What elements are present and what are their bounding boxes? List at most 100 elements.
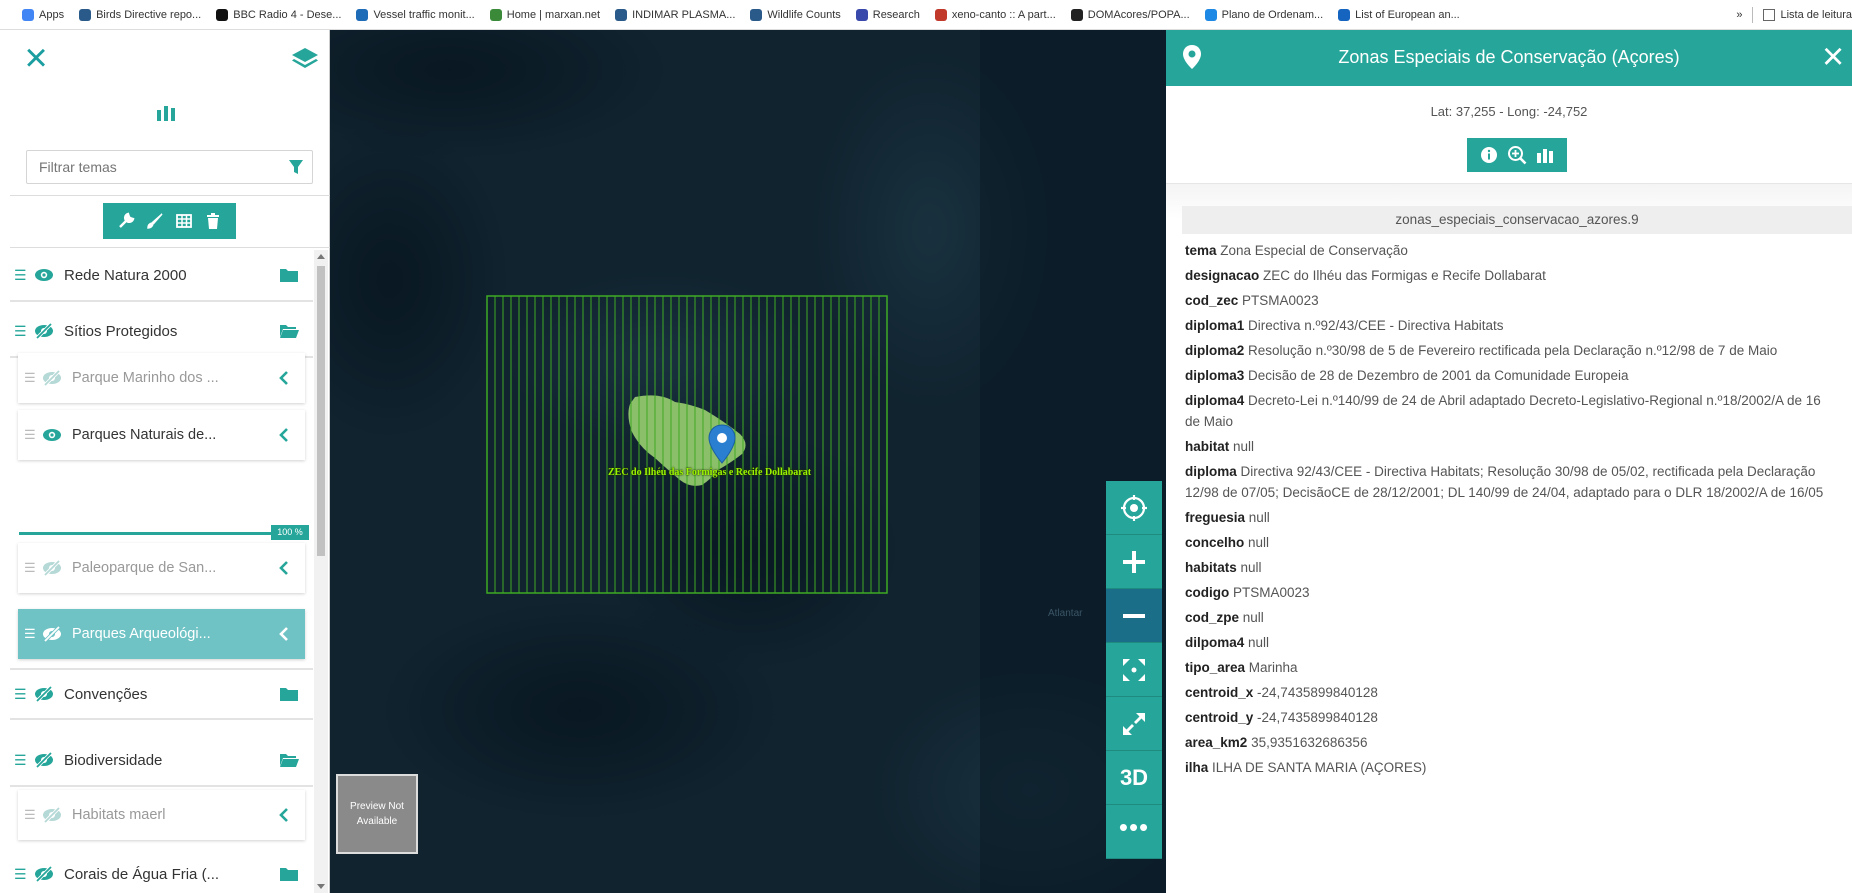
chevron-left-icon[interactable]	[277, 560, 291, 576]
chevron-left-icon[interactable]	[277, 807, 291, 823]
more-dots-icon: •••	[1118, 811, 1150, 842]
layer-group-biodiversidade[interactable]: ☰ Biodiversidade	[10, 735, 313, 787]
wrench-icon[interactable]	[114, 209, 138, 233]
sublayer-parques-naturais[interactable]: ☰ Parques Naturais de...	[18, 410, 305, 460]
zoom-in-button[interactable]	[1106, 535, 1162, 589]
bookmark-item[interactable]: Apps	[22, 8, 64, 21]
drag-handle-icon[interactable]: ☰	[14, 267, 28, 284]
fit-extent-button[interactable]	[1106, 643, 1162, 697]
layer-group-rede-natura[interactable]: ☰ Rede Natura 2000	[10, 250, 313, 302]
trash-icon[interactable]	[201, 209, 225, 233]
folder-icon[interactable]	[279, 686, 299, 702]
attribute-key: codigo	[1185, 585, 1230, 600]
bookmark-item[interactable]: Wildlife Counts	[750, 8, 841, 21]
eye-slash-icon[interactable]	[34, 752, 56, 768]
bookmark-item[interactable]: Home | marxan.net	[489, 8, 600, 21]
attribute-value: null	[1248, 635, 1270, 650]
bookmark-item[interactable]: BBC Radio 4 - Dese...	[216, 8, 341, 21]
sublayer-label: Parques Arqueológi...	[72, 626, 211, 642]
chevron-left-icon[interactable]	[277, 370, 291, 386]
attribute-value: Directiva 92/43/CEE - Directiva Habitats…	[1185, 464, 1824, 500]
sublayer-parque-marinho[interactable]: ☰ Parque Marinho dos ...	[18, 353, 305, 403]
more-options-button[interactable]: •••	[1106, 805, 1162, 859]
info-icon[interactable]	[1478, 144, 1500, 166]
table-icon[interactable]	[172, 209, 196, 233]
filter-themes-input[interactable]	[27, 151, 267, 183]
folder-icon[interactable]	[279, 267, 299, 283]
bookmark-item[interactable]: DOMAcores/POPA...	[1070, 8, 1190, 21]
eye-slash-icon[interactable]	[34, 686, 56, 702]
bookmark-item[interactable]: INDIMAR PLASMA...	[615, 8, 735, 21]
map-legend-icon[interactable]	[155, 102, 177, 124]
bookmark-favicon-icon	[22, 8, 34, 21]
bookmark-item[interactable]: List of European an...	[1338, 8, 1460, 21]
scroll-up-icon[interactable]	[317, 254, 325, 259]
folder-open-icon[interactable]	[279, 323, 299, 339]
reading-list-label[interactable]: Lista de leitura	[1780, 9, 1852, 21]
attribute-value: ZEC do Ilhéu das Formigas e Recife Dolla…	[1263, 268, 1546, 283]
map-canvas[interactable]	[330, 30, 1166, 893]
close-info-button[interactable]: ×	[1822, 38, 1852, 78]
eye-icon[interactable]	[34, 267, 56, 283]
chart-icon[interactable]	[1534, 144, 1556, 166]
drag-handle-icon[interactable]: ☰	[24, 370, 36, 386]
eye-slash-icon[interactable]	[34, 866, 56, 882]
3d-button[interactable]: 3D	[1106, 751, 1162, 805]
sublayer-parques-arqueologicos[interactable]: ☰ Parques Arqueológi...	[18, 609, 305, 659]
zoom-out-button[interactable]	[1106, 589, 1162, 643]
reading-list-icon	[1763, 9, 1776, 21]
map-view[interactable]: ZEC do Ilhéu das Formigas e Recife Dolla…	[330, 30, 1166, 893]
eye-slash-icon[interactable]	[42, 626, 64, 642]
drag-handle-icon[interactable]: ☰	[14, 323, 28, 340]
eye-slash-icon[interactable]	[34, 323, 56, 339]
layer-list-scrollbar[interactable]	[314, 250, 328, 893]
folder-open-icon[interactable]	[279, 752, 299, 768]
eye-slash-icon[interactable]	[42, 807, 64, 823]
drag-handle-icon[interactable]: ☰	[24, 427, 36, 443]
place-label: Atlantar	[1048, 608, 1083, 619]
map-pin-icon[interactable]	[708, 424, 736, 464]
filter-icon[interactable]	[288, 159, 304, 175]
bookmark-label: Wildlife Counts	[767, 8, 841, 21]
scroll-thumb[interactable]	[317, 266, 325, 556]
layers-icon[interactable]	[290, 44, 320, 74]
bookmark-item[interactable]: Vessel traffic monit...	[356, 8, 475, 21]
bookmark-favicon-icon	[1204, 8, 1217, 21]
chevron-left-icon[interactable]	[277, 427, 291, 443]
bookmark-item[interactable]: Research	[855, 8, 920, 21]
opacity-slider[interactable]	[19, 532, 274, 535]
attribute-key: tema	[1185, 243, 1217, 258]
bookmark-item[interactable]: Birds Directive repo...	[79, 8, 201, 21]
attribute-value: null	[1242, 610, 1264, 625]
attribute-row: diploma2 Resolução n.º30/98 de 5 de Feve…	[1185, 340, 1835, 361]
bookmark-item[interactable]: Plano de Ordenam...	[1204, 8, 1323, 21]
eye-icon[interactable]	[42, 427, 64, 443]
sublayer-paleoparque[interactable]: ☰ Paleoparque de San...	[18, 543, 305, 593]
attribute-value: Decreto-Lei n.º140/99 de 24 de Abril ada…	[1185, 393, 1821, 429]
locate-button[interactable]	[1106, 481, 1162, 535]
brush-icon[interactable]	[143, 209, 167, 233]
drag-handle-icon[interactable]: ☰	[14, 752, 28, 769]
attribute-row: cod_zpe null	[1185, 607, 1835, 628]
attribute-row: diploma4 Decreto-Lei n.º140/99 de 24 de …	[1185, 390, 1835, 432]
sublayer-habitats-maerl[interactable]: ☰ Habitats maerl	[18, 790, 305, 840]
drag-handle-icon[interactable]: ☰	[14, 686, 28, 703]
close-panel-button[interactable]: ×	[18, 38, 54, 78]
fullscreen-button[interactable]	[1106, 697, 1162, 751]
zoom-to-feature-icon[interactable]	[1506, 144, 1528, 166]
eye-slash-icon[interactable]	[42, 560, 64, 576]
folder-icon[interactable]	[279, 866, 299, 882]
chevron-left-icon[interactable]	[277, 626, 291, 642]
basemap-preview[interactable]: Preview Not Available	[336, 774, 418, 854]
layer-group-sitios-protegidos[interactable]: ☰ Sítios Protegidos	[10, 306, 313, 358]
bookmark-item[interactable]: xeno-canto :: A part...	[934, 8, 1056, 21]
eye-slash-icon[interactable]	[42, 370, 64, 386]
layer-group-corais[interactable]: ☰ Corais de Água Fria (...	[10, 848, 313, 893]
layer-group-convencoes[interactable]: ☰ Convenções	[10, 668, 313, 720]
drag-handle-icon[interactable]: ☰	[24, 560, 36, 576]
drag-handle-icon[interactable]: ☰	[24, 807, 36, 823]
bookmarks-overflow-icon[interactable]: »	[1736, 9, 1742, 21]
drag-handle-icon[interactable]: ☰	[24, 626, 36, 642]
drag-handle-icon[interactable]: ☰	[14, 866, 28, 883]
scroll-down-icon[interactable]	[317, 884, 325, 889]
